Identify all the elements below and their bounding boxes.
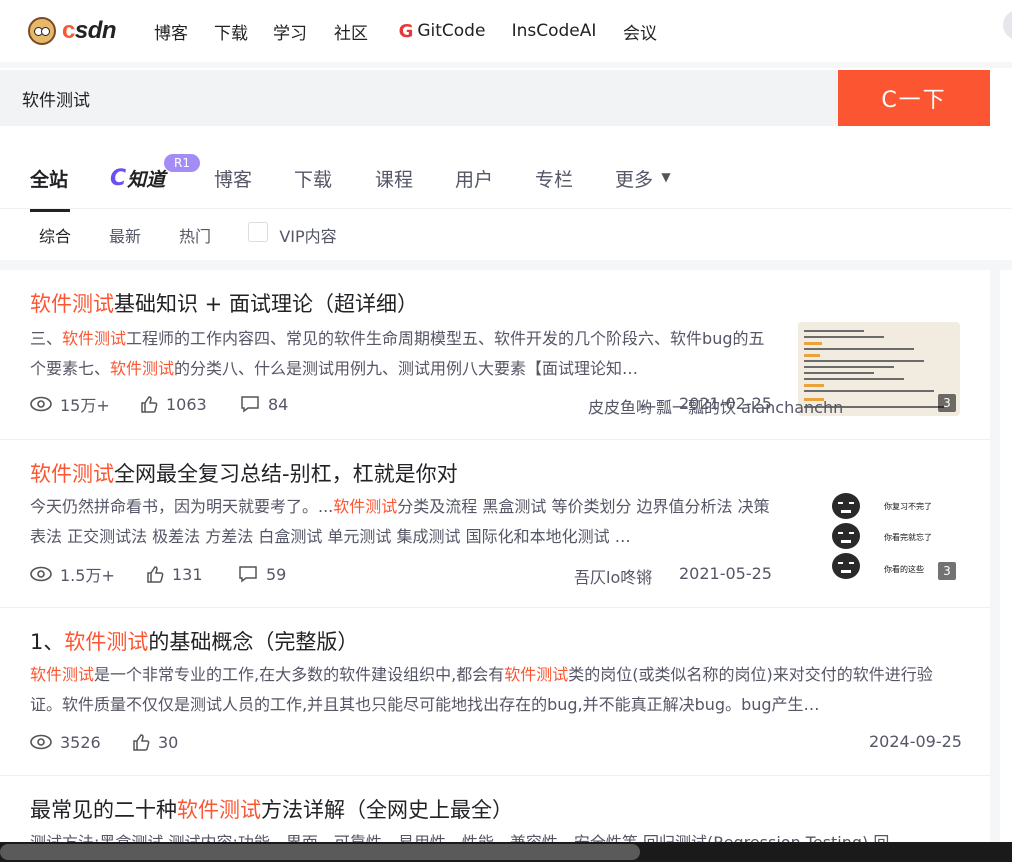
gitcode-icon: G [398, 20, 414, 42]
zhidao-logo: C 知道 [110, 165, 166, 191]
result-title[interactable]: 软件测试全网最全复习总结-别杠，杠就是你对 [30, 458, 458, 488]
result-author[interactable]: 一瓢一瓢的饮 alanchanchn [640, 394, 843, 418]
filter-vip[interactable]: VIP内容 [272, 219, 344, 251]
filter-comprehensive[interactable]: 综合 [30, 219, 80, 251]
tab-course[interactable]: 课程 [375, 164, 413, 192]
result-meta: 3526 30 [30, 730, 178, 754]
result-date: 2024-09-25 [869, 732, 962, 751]
tab-column[interactable]: 专栏 [535, 164, 573, 192]
image-count-badge: 3 [938, 394, 956, 412]
comment-icon[interactable] [238, 565, 258, 583]
category-tabs: 全站 C 知道 博客 下载 课程 用户 专栏 更多 [0, 148, 1012, 208]
tab-blog[interactable]: 博客 [214, 164, 252, 192]
like-count: 1063 [166, 394, 207, 414]
right-sidebar [1000, 270, 1012, 862]
result-title[interactable]: 1、软件测试的基础概念（完整版） [30, 626, 358, 656]
horizontal-scrollbar[interactable] [0, 842, 1012, 862]
views-icon [30, 734, 52, 750]
active-tab-underline [30, 209, 70, 212]
top-navbar: csdn 博客 下载 学习 社区 G GitCode InsCodeAI 会议 [0, 0, 1012, 62]
svg-text:你看完就忘了: 你看完就忘了 [884, 532, 932, 542]
search-area: C一下 [0, 68, 1012, 148]
result-meta: 15万+ 1063 84 [30, 392, 288, 416]
nav-link-gitcode[interactable]: G GitCode [392, 0, 492, 62]
nav-link-inscodeai[interactable]: InsCodeAI [498, 0, 610, 62]
nav-link-community[interactable]: 社区 [320, 0, 382, 62]
thumbnail-meme-image: 你复习不完了 你看完就忘了 你看的这些 [798, 490, 960, 584]
results-list: 软件测试基础知识 + 面试理论（超详细） 三、软件测试工程师的工作内容四、常见的… [0, 270, 990, 862]
nav-link-meeting[interactable]: 会议 [610, 0, 670, 62]
scrollbar-thumb[interactable] [0, 844, 640, 860]
view-count: 3526 [60, 732, 101, 752]
result-meta: 1.5万+ 131 59 [30, 562, 286, 586]
comment-count: 59 [266, 564, 287, 584]
comment-count: 84 [268, 394, 289, 414]
svg-text:你复习不完了: 你复习不完了 [884, 501, 932, 511]
view-count: 15万+ [60, 396, 110, 415]
image-count-badge: 3 [938, 562, 956, 580]
chevron-down-icon[interactable]: ▼ [658, 168, 674, 186]
nav-link-learn[interactable]: 学习 [260, 0, 320, 62]
search-input[interactable] [0, 70, 838, 126]
result-thumbnail[interactable]: 你复习不完了 你看完就忘了 你看的这些 3 [798, 490, 960, 584]
result-item: 1、软件测试的基础概念（完整版） 软件测试是一个非常专业的工作,在大多数的软件建… [0, 398, 990, 776]
result-title[interactable]: 软件测试基础知识 + 面试理论（超详细） [30, 288, 418, 318]
result-author[interactable]: 吾仄lo咚锵 [574, 564, 652, 588]
logo-text: csdn [62, 17, 117, 44]
like-count: 30 [158, 732, 179, 752]
tab-user[interactable]: 用户 [455, 164, 493, 192]
thumbs-up-icon[interactable] [146, 565, 164, 583]
filter-hot[interactable]: 热门 [170, 219, 220, 251]
tab-zhidao[interactable]: C 知道 [110, 164, 165, 192]
tab-more[interactable]: 更多 [615, 164, 653, 192]
thumbs-up-icon[interactable] [132, 733, 150, 751]
result-description: 三、软件测试工程师的工作内容四、常见的软件生命周期模型五、软件开发的几个阶段六、… [30, 329, 765, 378]
views-icon [30, 566, 52, 582]
filter-latest[interactable]: 最新 [100, 219, 150, 251]
tab-download[interactable]: 下载 [294, 164, 332, 192]
vip-checkbox[interactable] [248, 222, 268, 242]
like-count: 131 [172, 564, 203, 584]
r1-badge: R1 [164, 154, 200, 172]
result-item: 软件测试全网最全复习总结-别杠，杠就是你对 今天仍然拼命看书，因为明天就要考了。… [0, 440, 990, 608]
zhidao-icon: C [110, 165, 127, 191]
mascot-icon [28, 17, 56, 45]
nav-link-blog[interactable]: 博客 [140, 0, 202, 62]
view-count: 1.5万+ [60, 566, 115, 585]
csdn-logo[interactable]: csdn [28, 4, 132, 58]
nav-link-download[interactable]: 下载 [202, 0, 260, 62]
result-description: 软件测试是一个非常专业的工作,在大多数的软件建设组织中,都会有软件测试类的岗位(… [30, 665, 933, 714]
user-avatar[interactable] [1003, 10, 1012, 40]
result-title[interactable]: 最常见的二十种软件测试方法详解（全网史上最全） [30, 794, 513, 824]
result-date: 2021-05-25 [679, 564, 772, 583]
sub-filters: 综合 最新 热门 VIP内容 [0, 208, 1012, 260]
thumbs-up-icon[interactable] [140, 395, 158, 413]
svg-text:你看的这些: 你看的这些 [884, 564, 924, 574]
tab-all[interactable]: 全站 [30, 164, 68, 192]
comment-icon[interactable] [240, 395, 260, 413]
result-description: 今天仍然拼命看书，因为明天就要考了。...软件测试分类及流程 黑盒测试 等价类划… [30, 497, 770, 546]
search-button[interactable]: C一下 [838, 70, 990, 126]
nav-link-gitcode-label: GitCode [417, 21, 486, 41]
views-icon [30, 396, 52, 412]
